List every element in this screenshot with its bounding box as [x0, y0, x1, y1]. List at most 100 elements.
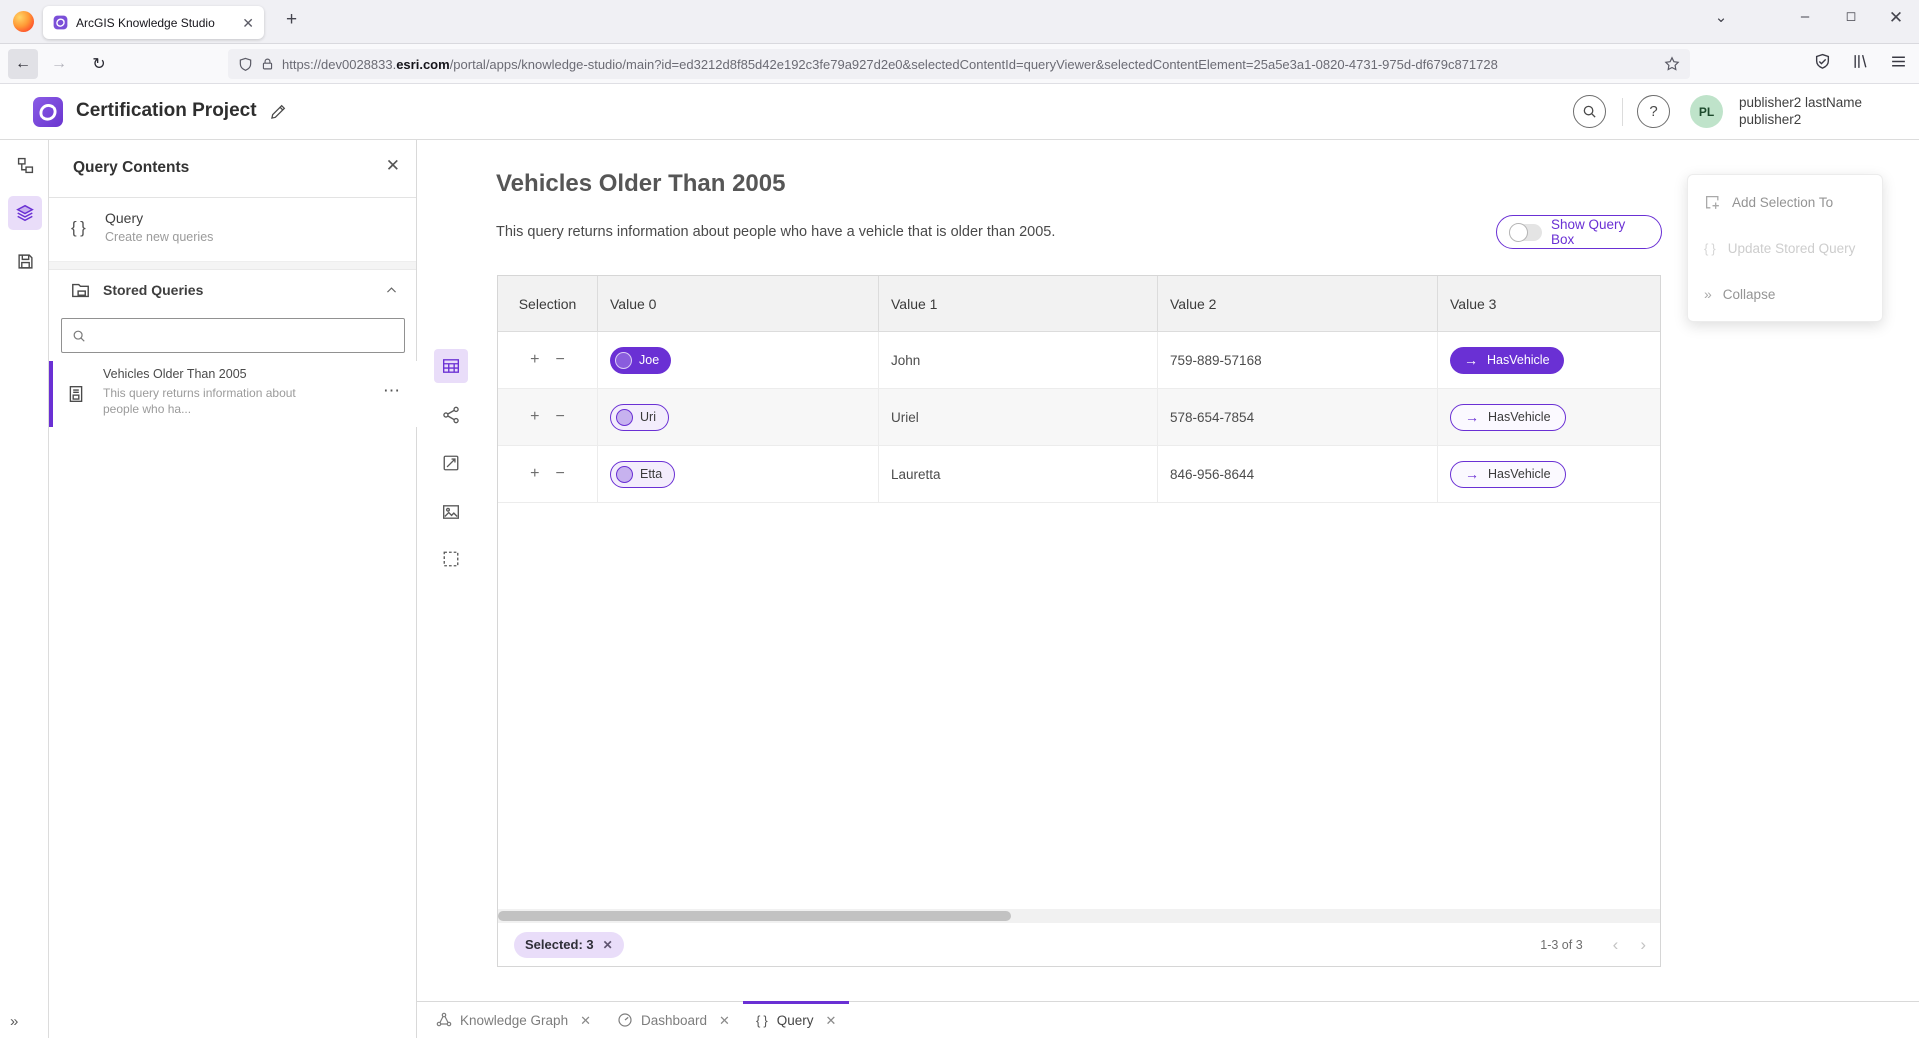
entity-pill[interactable]: Uri	[610, 404, 669, 431]
image-view-button[interactable]	[434, 495, 468, 529]
active-tab-indicator	[743, 1001, 849, 1004]
user-avatar[interactable]: PL	[1690, 95, 1723, 128]
share-nodes-icon	[442, 406, 460, 424]
table-row: + − Joe John 759-889-57168 →	[498, 332, 1660, 389]
tab-dashboard[interactable]: Dashboard ✕	[604, 1002, 743, 1038]
menu-item-collapse[interactable]: » Collapse	[1688, 271, 1882, 317]
new-query-item[interactable]: { } Query Create new queries	[49, 198, 416, 262]
cell-value: Uriel	[879, 389, 1158, 446]
entity-label: Joe	[639, 353, 659, 367]
lock-icon[interactable]	[261, 57, 274, 71]
selected-indicator	[49, 361, 53, 427]
panel-title: Query Contents	[73, 159, 189, 177]
data-model-button[interactable]	[8, 148, 42, 182]
cell-value: Lauretta	[879, 446, 1158, 503]
bookmark-star-icon[interactable]	[1664, 56, 1680, 72]
relationship-label: HasVehicle	[1488, 467, 1551, 481]
help-button[interactable]: ?	[1637, 95, 1670, 128]
edit-title-icon[interactable]	[270, 103, 287, 120]
tab-close-icon[interactable]: ✕	[242, 16, 254, 30]
query-item-description: Create new queries	[105, 230, 213, 244]
account-icon[interactable]	[1814, 53, 1831, 70]
remove-from-selection-button[interactable]: −	[556, 466, 565, 482]
image-icon	[442, 503, 460, 521]
window-minimize-button[interactable]: –	[1790, 8, 1820, 25]
column-header: Value 0	[598, 276, 879, 332]
window-close-button[interactable]: ✕	[1881, 8, 1911, 28]
search-icon	[72, 329, 86, 343]
browser-tab-title: ArcGIS Knowledge Studio	[76, 16, 234, 30]
tab-knowledge-graph[interactable]: Knowledge Graph ✕	[423, 1002, 604, 1038]
column-header: Selection	[498, 276, 598, 332]
link-chart-button[interactable]	[434, 398, 468, 432]
list-tabs-icon[interactable]: ⌄	[1706, 8, 1736, 26]
scrollbar-thumb[interactable]	[498, 911, 1011, 921]
new-tab-button[interactable]: +	[286, 9, 297, 31]
reload-button[interactable]: ↻	[84, 49, 114, 79]
selection-tool-button[interactable]	[434, 542, 468, 576]
column-header: Value 1	[879, 276, 1158, 332]
app-logo-icon	[33, 97, 63, 127]
remove-from-selection-button[interactable]: −	[556, 409, 565, 425]
table-row: + − Etta Lauretta 846-956-8644 →	[498, 446, 1660, 503]
more-options-icon[interactable]: ⋯	[383, 381, 400, 401]
chart-button[interactable]	[434, 446, 468, 480]
page-description: This query returns information about peo…	[496, 224, 1055, 240]
remove-from-selection-button[interactable]: −	[556, 352, 565, 368]
tab-query[interactable]: { } Query ✕	[743, 1002, 849, 1038]
column-header: Value 3	[1438, 276, 1660, 332]
next-page-icon[interactable]: ›	[1640, 936, 1646, 953]
show-query-box-toggle[interactable]: Show Query Box	[1496, 215, 1662, 249]
app-menu-icon[interactable]	[1890, 53, 1907, 70]
stored-query-item[interactable]: Vehicles Older Than 2005 This query retu…	[49, 361, 417, 427]
dashboard-gauge-icon	[617, 1012, 633, 1028]
braces-icon: { }	[1704, 241, 1717, 256]
stored-queries-search-input[interactable]	[94, 328, 394, 343]
relationship-pill[interactable]: → HasVehicle	[1450, 404, 1566, 431]
results-table: Selection Value 0 Value 1 Value 2 Value …	[497, 275, 1661, 967]
left-rail: »	[0, 140, 49, 1038]
menu-item-add-selection-to[interactable]: Add Selection To	[1688, 179, 1882, 225]
back-button[interactable]: ←	[8, 49, 38, 79]
firefox-logo-icon[interactable]	[13, 11, 34, 32]
panel-close-icon[interactable]: ✕	[386, 157, 400, 174]
browser-tab[interactable]: ArcGIS Knowledge Studio ✕	[43, 6, 264, 39]
selected-count-chip[interactable]: Selected: 3 ✕	[514, 932, 624, 958]
url-bar[interactable]: https://dev0028833.esri.com/portal/apps/…	[228, 49, 1690, 79]
relationship-pill[interactable]: → HasVehicle	[1450, 347, 1564, 374]
add-to-selection-button[interactable]: +	[530, 352, 539, 368]
search-button[interactable]	[1573, 95, 1606, 128]
add-to-selection-button[interactable]: +	[530, 466, 539, 482]
cell-value: 759-889-57168	[1158, 332, 1438, 389]
contents-button[interactable]	[8, 196, 42, 230]
url-text: https://dev0028833.esri.com/portal/apps/…	[282, 57, 1656, 72]
expand-rail-icon[interactable]: »	[10, 1013, 16, 1030]
query-viewer: Vehicles Older Than 2005 This query retu…	[417, 140, 1919, 1038]
close-tab-icon[interactable]: ✕	[580, 1014, 591, 1027]
entity-pill[interactable]: Joe	[610, 347, 671, 374]
library-icon[interactable]	[1852, 53, 1869, 70]
app-header: Certification Project ? PL publisher2 la…	[0, 84, 1919, 140]
browser-toolbar: ← → ↻ https://dev0028833.esri.com/portal…	[0, 44, 1919, 84]
stored-queries-search[interactable]	[61, 318, 405, 353]
clear-selection-icon[interactable]: ✕	[603, 939, 613, 951]
relationship-pill[interactable]: → HasVehicle	[1450, 461, 1566, 488]
close-tab-icon[interactable]: ✕	[719, 1014, 730, 1027]
toggle-track	[1509, 224, 1542, 241]
forward-button[interactable]: →	[44, 49, 74, 79]
stored-queries-header[interactable]: Stored Queries	[49, 270, 416, 312]
prev-page-icon[interactable]: ‹	[1613, 936, 1619, 953]
tracking-shield-icon[interactable]	[238, 57, 253, 72]
window-maximize-button[interactable]: ◻	[1836, 8, 1866, 24]
entity-avatar-icon	[616, 409, 633, 426]
save-button[interactable]	[8, 244, 42, 278]
braces-icon: { }	[756, 1013, 769, 1028]
add-selection-icon	[1704, 194, 1721, 211]
toggle-knob	[1509, 223, 1528, 242]
entity-pill[interactable]: Etta	[610, 461, 675, 488]
project-title: Certification Project	[76, 100, 257, 122]
table-view-button[interactable]	[434, 349, 468, 383]
add-to-selection-button[interactable]: +	[530, 409, 539, 425]
entity-label: Etta	[640, 467, 662, 481]
close-tab-icon[interactable]: ✕	[825, 1014, 836, 1027]
